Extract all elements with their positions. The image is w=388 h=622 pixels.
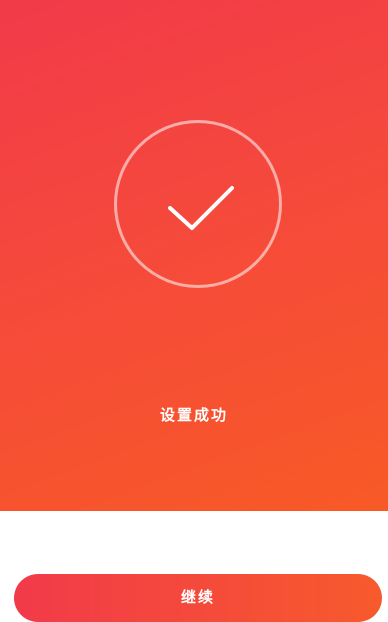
success-hero-panel: 设置成功 <box>0 0 388 511</box>
continue-button[interactable]: 继续 <box>14 574 382 622</box>
success-status-text: 设置成功 <box>159 406 228 424</box>
checkmark-icon <box>168 186 234 230</box>
